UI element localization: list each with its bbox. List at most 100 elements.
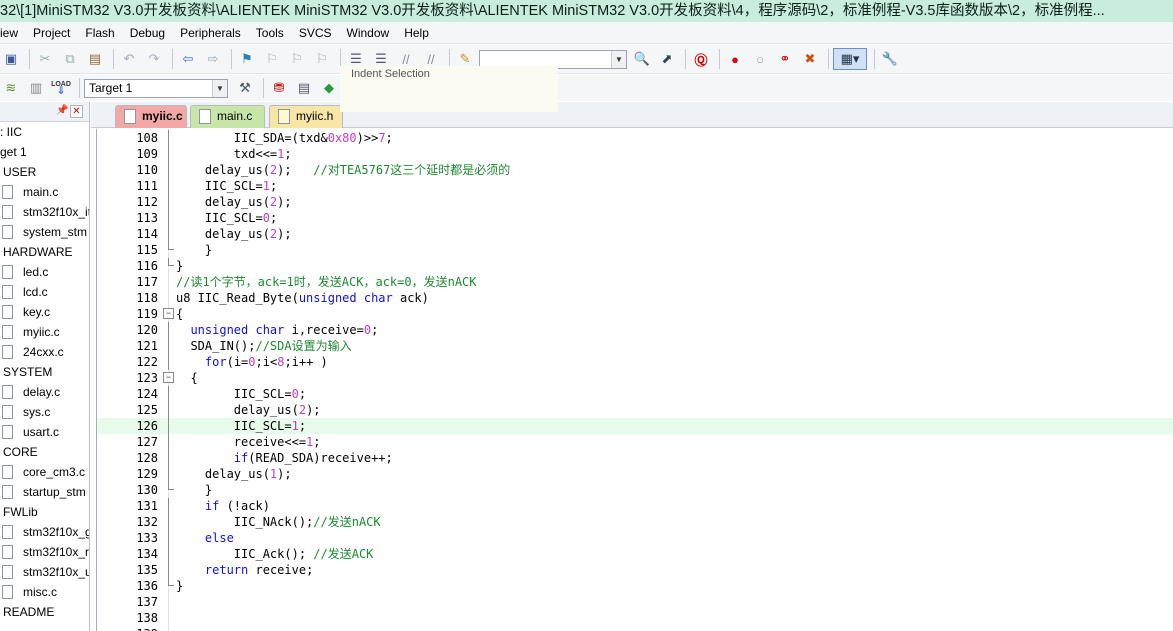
tree-file-item[interactable]: startup_stm bbox=[0, 482, 89, 502]
code-line[interactable]: 128 if(READ_SDA)receive++; bbox=[97, 450, 1173, 466]
code-line[interactable]: 127 receive<<=1; bbox=[97, 434, 1173, 450]
tree-file-item[interactable]: led.c bbox=[0, 262, 89, 282]
code-line[interactable]: 133 else bbox=[97, 530, 1173, 546]
code-line[interactable]: 117 //读1个字节，ack=1时，发送ACK，ack=0，发送nACK bbox=[97, 274, 1173, 290]
tree-file-item[interactable]: sys.c bbox=[0, 402, 89, 422]
tree-group-item[interactable]: CORE bbox=[0, 442, 89, 462]
cut-icon[interactable]: ✂ bbox=[34, 48, 56, 70]
tree-file-item[interactable]: stm32f10x_g bbox=[0, 522, 89, 542]
tab-myiic-c[interactable]: myiic.c bbox=[115, 105, 187, 128]
code-line[interactable]: 139 bbox=[97, 626, 1173, 631]
tree-group-item[interactable]: USER bbox=[0, 162, 89, 182]
breakpoint-kill-all-icon[interactable]: ✖ bbox=[799, 48, 821, 70]
configuration-wrench-icon[interactable]: 🔧 bbox=[879, 48, 901, 70]
tree-file-item[interactable]: lcd.c bbox=[0, 282, 89, 302]
window-layout-icon[interactable]: ▦▾ bbox=[833, 48, 867, 70]
fold-toggle-icon[interactable]: − bbox=[163, 308, 174, 319]
navigate-back-icon[interactable]: ⇦ bbox=[177, 48, 199, 70]
code-line[interactable]: 135 return receive; bbox=[97, 562, 1173, 578]
code-line[interactable]: 114 delay_us(2); bbox=[97, 226, 1173, 242]
menu-debug[interactable]: Debug bbox=[123, 22, 173, 44]
tree-file-item[interactable]: system_stm bbox=[0, 222, 89, 242]
code-line[interactable]: 138 bbox=[97, 610, 1173, 626]
code-line[interactable]: 136} bbox=[97, 578, 1173, 594]
redo-icon[interactable]: ↷ bbox=[143, 48, 165, 70]
menu-tools[interactable]: Tools bbox=[249, 22, 292, 44]
code-line[interactable]: 115 } bbox=[97, 242, 1173, 258]
start-debug-icon[interactable]: Ⓠ bbox=[690, 48, 712, 70]
tree-root-item[interactable]: get 1 bbox=[0, 142, 89, 162]
breakpoint-disable-all-icon[interactable]: ⚭ bbox=[774, 48, 796, 70]
menu-project[interactable]: Project bbox=[26, 22, 78, 44]
menu-flash[interactable]: Flash bbox=[78, 22, 122, 44]
tree-file-item[interactable]: key.c bbox=[0, 302, 89, 322]
code-line[interactable]: 113 IIC_SCL=0; bbox=[97, 210, 1173, 226]
code-line[interactable]: 134 IIC_Ack(); //发送ACK bbox=[97, 546, 1173, 562]
chevron-down-icon[interactable]: ▼ bbox=[611, 50, 626, 68]
code-line[interactable]: 120 unsigned char i,receive=0; bbox=[97, 322, 1173, 338]
fold-toggle-icon[interactable]: − bbox=[163, 372, 174, 383]
code-line[interactable]: 121 SDA_IN();//SDA设置为输入 bbox=[97, 338, 1173, 354]
tree-group-item[interactable]: FWLib bbox=[0, 502, 89, 522]
menu-peripherals[interactable]: Peripherals bbox=[173, 22, 249, 44]
select-packs-icon[interactable]: ▤ bbox=[293, 77, 315, 99]
bookmark-next-icon[interactable]: ⚐ bbox=[286, 48, 308, 70]
menu-help[interactable]: Help bbox=[397, 22, 437, 44]
tree-group-item[interactable]: README bbox=[0, 602, 89, 622]
code-line[interactable]: 118 u8 IIC_Read_Byte(unsigned char ack) bbox=[97, 290, 1173, 306]
code-line[interactable]: 112 delay_us(2); bbox=[97, 194, 1173, 210]
build-icon[interactable]: ▥ bbox=[25, 77, 47, 99]
bookmark-clear-icon[interactable]: ⚐ bbox=[311, 48, 333, 70]
menu-view[interactable]: iew bbox=[0, 22, 26, 44]
menu-svcs[interactable]: SVCS bbox=[292, 22, 340, 44]
tree-file-item[interactable]: core_cm3.c bbox=[0, 462, 89, 482]
translate-icon[interactable]: ≋ bbox=[0, 77, 22, 99]
code-line[interactable]: 131 if (!ack) bbox=[97, 498, 1173, 514]
tree-file-item[interactable]: usart.c bbox=[0, 422, 89, 442]
tree-root-item[interactable]: : IIC bbox=[0, 122, 89, 142]
code-line[interactable]: 132 IIC_NAck();//发送nACK bbox=[97, 514, 1173, 530]
tree-file-item[interactable]: stm32f10x_r bbox=[0, 542, 89, 562]
code-line[interactable]: 126 IIC_SCL=1; bbox=[97, 418, 1173, 434]
pin-icon[interactable]: 📌 bbox=[56, 105, 68, 116]
breakpoint-insert-icon[interactable]: ● bbox=[724, 48, 746, 70]
code-line[interactable]: 119−{ bbox=[97, 306, 1173, 322]
tree-file-item[interactable]: main.c bbox=[0, 182, 89, 202]
menu-window[interactable]: Window bbox=[340, 22, 398, 44]
code-line[interactable]: 110 delay_us(2); //对TEA5767这三个延时都是必须的 bbox=[97, 162, 1173, 178]
code-line[interactable]: 123− { bbox=[97, 370, 1173, 386]
tab-main-c[interactable]: main.c bbox=[190, 105, 265, 128]
incremental-find-icon[interactable]: ⬈ bbox=[656, 48, 678, 70]
chevron-down-icon[interactable]: ▼ bbox=[212, 79, 227, 97]
save-all-icon[interactable]: ▣ bbox=[0, 48, 22, 70]
tree-file-item[interactable]: delay.c bbox=[0, 382, 89, 402]
download-load-icon[interactable]: LOAD ⇓ bbox=[50, 77, 72, 99]
manage-runtime-icon[interactable]: ◆ bbox=[318, 77, 340, 99]
copy-icon[interactable]: ⧉ bbox=[59, 48, 81, 70]
target-select[interactable]: Target 1 ▼ bbox=[84, 78, 228, 98]
breakpoint-enable-icon[interactable]: ○ bbox=[749, 48, 771, 70]
code-editor[interactable]: 108 IIC_SDA=(txd&0x80)>>7; 109 txd<<=1; 11… bbox=[96, 129, 1173, 631]
manage-project-items-icon[interactable]: ⛃ bbox=[268, 77, 290, 99]
target-options-icon[interactable]: ⚒ bbox=[234, 77, 256, 99]
close-icon[interactable]: ✕ bbox=[70, 105, 83, 118]
code-line[interactable]: 111 IIC_SCL=1; bbox=[97, 178, 1173, 194]
undo-icon[interactable]: ↶ bbox=[118, 48, 140, 70]
bookmark-previous-icon[interactable]: ⚐ bbox=[261, 48, 283, 70]
bookmark-toggle-icon[interactable]: ⚑ bbox=[236, 48, 258, 70]
code-line[interactable]: 124 IIC_SCL=0; bbox=[97, 386, 1173, 402]
tree-group-item[interactable]: HARDWARE bbox=[0, 242, 89, 262]
tree-file-item[interactable]: stm32f10x_u bbox=[0, 562, 89, 582]
code-line[interactable]: 122 for(i=0;i<8;i++ ) bbox=[97, 354, 1173, 370]
code-line[interactable]: 137 bbox=[97, 594, 1173, 610]
tree-file-item[interactable]: myiic.c bbox=[0, 322, 89, 342]
tree-group-item[interactable]: SYSTEM bbox=[0, 362, 89, 382]
code-line[interactable]: 129 delay_us(1); bbox=[97, 466, 1173, 482]
tree-file-item[interactable]: stm32f10x_it bbox=[0, 202, 89, 222]
code-line[interactable]: 109 txd<<=1; bbox=[97, 146, 1173, 162]
tab-myiic-h[interactable]: myiic.h bbox=[269, 105, 343, 128]
tree-file-item[interactable]: 24cxx.c bbox=[0, 342, 89, 362]
code-line[interactable]: 116} bbox=[97, 258, 1173, 274]
code-line[interactable]: 125 delay_us(2); bbox=[97, 402, 1173, 418]
find-icon[interactable]: 🔍 bbox=[631, 48, 653, 70]
